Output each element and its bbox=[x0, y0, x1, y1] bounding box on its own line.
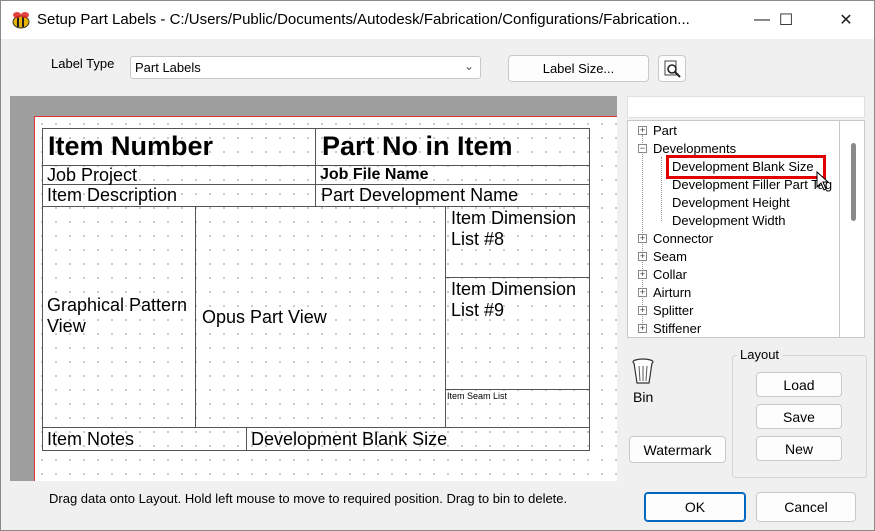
tree-item-label: Part bbox=[653, 123, 677, 138]
label-border-bottom bbox=[42, 450, 589, 451]
expand-plus-icon[interactable]: + bbox=[638, 306, 647, 315]
layout-canvas[interactable]: Item Number Part No in Item Job Project … bbox=[10, 96, 617, 481]
label-row-divider bbox=[445, 389, 589, 390]
tree-item-label: Stiffener bbox=[653, 321, 702, 336]
print-preview-button[interactable] bbox=[658, 55, 686, 82]
field-item-dimension-list-8[interactable]: Item Dimension List #8 bbox=[451, 208, 576, 249]
print-preview-icon bbox=[664, 60, 681, 78]
label-col-divider bbox=[246, 427, 247, 451]
tree-scrollbar[interactable] bbox=[840, 120, 865, 338]
field-item-dimension-9-line2: List #9 bbox=[451, 299, 505, 320]
ok-button[interactable]: OK bbox=[644, 492, 746, 522]
field-graphical-pattern-view[interactable]: Graphical Pattern View bbox=[47, 295, 187, 336]
label-row-divider bbox=[42, 427, 589, 428]
tree-connector bbox=[661, 157, 662, 221]
label-size-button[interactable]: Label Size... bbox=[508, 55, 649, 82]
expand-plus-icon[interactable]: + bbox=[638, 270, 647, 279]
tree-item-label: Collar bbox=[653, 267, 687, 282]
trash-bin-icon[interactable] bbox=[629, 357, 657, 385]
label-col-divider bbox=[315, 128, 316, 207]
expand-plus-icon[interactable]: + bbox=[638, 126, 647, 135]
cancel-button[interactable]: Cancel bbox=[756, 492, 856, 522]
close-icon: ✕ bbox=[839, 12, 853, 29]
label-col-divider bbox=[195, 206, 196, 428]
expand-plus-icon[interactable]: + bbox=[638, 288, 647, 297]
label-type-label: Label Type bbox=[51, 56, 115, 71]
status-hint: Drag data onto Layout. Hold left mouse t… bbox=[49, 491, 568, 506]
tree-item-development-width[interactable]: Development Width bbox=[672, 212, 785, 230]
tree-item-label: Seam bbox=[653, 249, 687, 264]
field-graphical-pattern-view-line2: View bbox=[47, 315, 86, 336]
setup-part-labels-dialog: Setup Part Labels - C:/Users/Public/Docu… bbox=[0, 0, 875, 531]
maximize-icon: ☐ bbox=[778, 12, 794, 29]
tree-item-label: Connector bbox=[653, 231, 713, 246]
selection-highlight bbox=[666, 155, 826, 179]
tree-item-label: Airturn bbox=[653, 285, 692, 300]
field-item-dimension-8-line2: List #8 bbox=[451, 228, 505, 249]
title-bar: Setup Part Labels - C:/Users/Public/Docu… bbox=[1, 1, 874, 39]
new-button[interactable]: New bbox=[756, 436, 842, 461]
label-row-divider bbox=[445, 277, 589, 278]
label-col-divider bbox=[445, 206, 446, 428]
mouse-cursor-icon bbox=[816, 171, 830, 191]
layout-group-title: Layout bbox=[737, 347, 783, 362]
chevron-down-icon: ⌄ bbox=[463, 59, 474, 73]
watermark-button[interactable]: Watermark bbox=[629, 436, 726, 463]
field-development-blank-size[interactable]: Development Blank Size bbox=[251, 429, 447, 450]
field-item-notes[interactable]: Item Notes bbox=[47, 429, 134, 450]
maximize-button[interactable]: ☐ bbox=[763, 1, 809, 39]
field-item-number[interactable]: Item Number bbox=[48, 131, 213, 162]
tree-filter-input[interactable] bbox=[627, 96, 865, 118]
field-item-description[interactable]: Item Description bbox=[47, 185, 177, 206]
collapse-minus-icon[interactable]: − bbox=[638, 144, 647, 153]
field-job-file-name[interactable]: Job File Name bbox=[320, 166, 428, 184]
tree-item-label: Splitter bbox=[653, 303, 694, 318]
scrollbar-thumb[interactable] bbox=[851, 143, 856, 221]
field-graphical-pattern-view-line1: Graphical Pattern bbox=[47, 295, 188, 315]
label-page[interactable]: Item Number Part No in Item Job Project … bbox=[34, 116, 617, 481]
field-item-dimension-list-9[interactable]: Item Dimension List #9 bbox=[451, 279, 576, 320]
tree-item-development-height[interactable]: Development Height bbox=[672, 194, 790, 212]
close-button[interactable]: ✕ bbox=[823, 1, 869, 39]
label-border-right bbox=[589, 128, 590, 451]
window-title: Setup Part Labels - C:/Users/Public/Docu… bbox=[37, 11, 690, 28]
load-button[interactable]: Load bbox=[756, 372, 842, 397]
expand-plus-icon[interactable]: + bbox=[638, 252, 647, 261]
field-item-dimension-8-line1: Item Dimension bbox=[451, 208, 577, 228]
label-border-left bbox=[42, 128, 43, 451]
label-type-value: Part Labels bbox=[135, 60, 201, 75]
label-type-select[interactable]: Part Labels ⌄ bbox=[130, 56, 481, 79]
field-item-dimension-9-line1: Item Dimension bbox=[451, 279, 577, 299]
field-job-project[interactable]: Job Project bbox=[47, 165, 137, 186]
field-part-development-name[interactable]: Part Development Name bbox=[321, 185, 518, 206]
field-item-seam-list[interactable]: Item Seam List bbox=[447, 391, 507, 401]
field-part-no-in-item[interactable]: Part No in Item bbox=[322, 131, 513, 162]
field-opus-part-view[interactable]: Opus Part View bbox=[202, 307, 327, 328]
save-button[interactable]: Save bbox=[756, 404, 842, 429]
bin-label: Bin bbox=[633, 389, 654, 405]
expand-plus-icon[interactable]: + bbox=[638, 324, 647, 333]
expand-plus-icon[interactable]: + bbox=[638, 234, 647, 243]
data-field-tree[interactable]: + Part − Developments Development Blank … bbox=[627, 120, 840, 338]
app-bee-icon bbox=[12, 12, 30, 29]
